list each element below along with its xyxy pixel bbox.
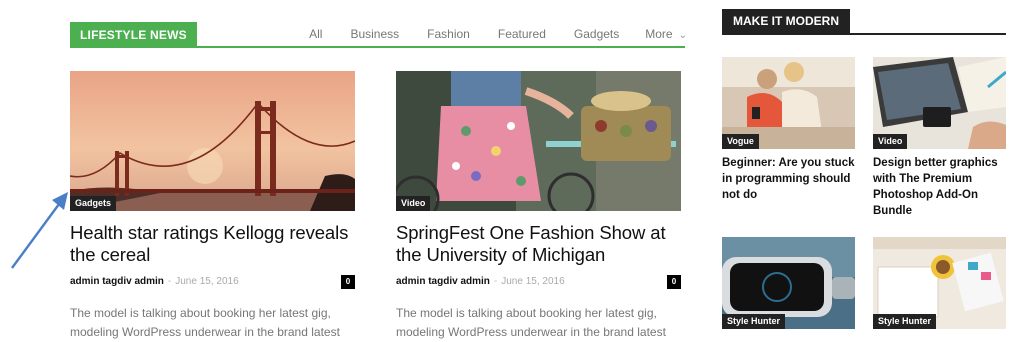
category-label[interactable]: Video [396, 196, 431, 211]
article-title[interactable]: SpringFest One Fashion Show at the Unive… [396, 222, 681, 266]
category-filters: All Business Fashion Featured Gadgets Mo… [281, 27, 687, 41]
sidebar-title[interactable]: MAKE IT MODERN [722, 9, 850, 34]
article-card: Gadgets Health star ratings Kellogg reve… [70, 71, 355, 342]
sidebar-post: Style Hunter [722, 237, 855, 329]
article-excerpt: The model is talking about booking her l… [396, 306, 666, 339]
author-name[interactable]: admin tagdiv admin [396, 276, 490, 287]
sidebar-post-thumbnail[interactable]: Video [873, 57, 1006, 149]
article-title[interactable]: Health star ratings Kellogg reveals the … [70, 222, 355, 266]
meta-separator: - [493, 276, 498, 287]
filter-fashion[interactable]: Fashion [427, 27, 470, 41]
arrow-icon [11, 192, 68, 269]
category-label[interactable]: Style Hunter [873, 314, 937, 329]
category-label[interactable]: Video [873, 134, 908, 149]
sidebar-post-title[interactable]: Design better graphics with The Premium … [873, 155, 1006, 219]
post-date: June 15, 2016 [175, 276, 239, 287]
article-meta: admin tagdiv admin - June 15, 2016 0 [396, 275, 681, 290]
sidebar-post: Vogue Beginner: Are you stuck in program… [722, 57, 855, 203]
category-label[interactable]: Gadgets [70, 196, 117, 211]
filter-more-label: More [645, 27, 673, 41]
sidebar-post-thumbnail[interactable]: Style Hunter [873, 237, 1006, 329]
comment-count[interactable]: 0 [667, 275, 681, 289]
post-date: June 15, 2016 [501, 276, 565, 287]
sidebar-post-title[interactable]: Beginner: Are you stuck in programming s… [722, 155, 855, 203]
category-label[interactable]: Style Hunter [722, 314, 786, 329]
author-name[interactable]: admin tagdiv admin [70, 276, 164, 287]
article-thumbnail[interactable]: Gadgets [70, 71, 355, 211]
filter-gadgets[interactable]: Gadgets [574, 27, 619, 41]
filter-featured[interactable]: Featured [498, 27, 546, 41]
sidebar-post: Video Design better graphics with The Pr… [873, 57, 1006, 219]
filter-all[interactable]: All [309, 27, 322, 41]
sidebar-post-thumbnail[interactable]: Style Hunter [722, 237, 855, 329]
article-card: Video SpringFest One Fashion Show at the… [396, 71, 681, 342]
category-label[interactable]: Vogue [722, 134, 759, 149]
chevron-down-icon: ⌄ [678, 30, 687, 41]
bicycle-fashion-image [396, 71, 681, 211]
filter-business[interactable]: Business [350, 27, 399, 41]
sidebar-post-thumbnail[interactable]: Vogue [722, 57, 855, 149]
comment-count[interactable]: 0 [341, 275, 355, 289]
article-thumbnail[interactable]: Video [396, 71, 681, 211]
filter-more-button[interactable]: More ⌄ [645, 27, 687, 41]
meta-separator: - [167, 276, 172, 287]
sidebar-header: MAKE IT MODERN [722, 9, 1006, 35]
block-title[interactable]: LIFESTYLE NEWS [70, 22, 197, 48]
article-excerpt: The model is talking about booking her l… [70, 306, 340, 339]
sidebar-post: Style Hunter [873, 237, 1006, 329]
article-meta: admin tagdiv admin - June 15, 2016 0 [70, 275, 355, 290]
golden-gate-bridge-image [70, 71, 355, 211]
